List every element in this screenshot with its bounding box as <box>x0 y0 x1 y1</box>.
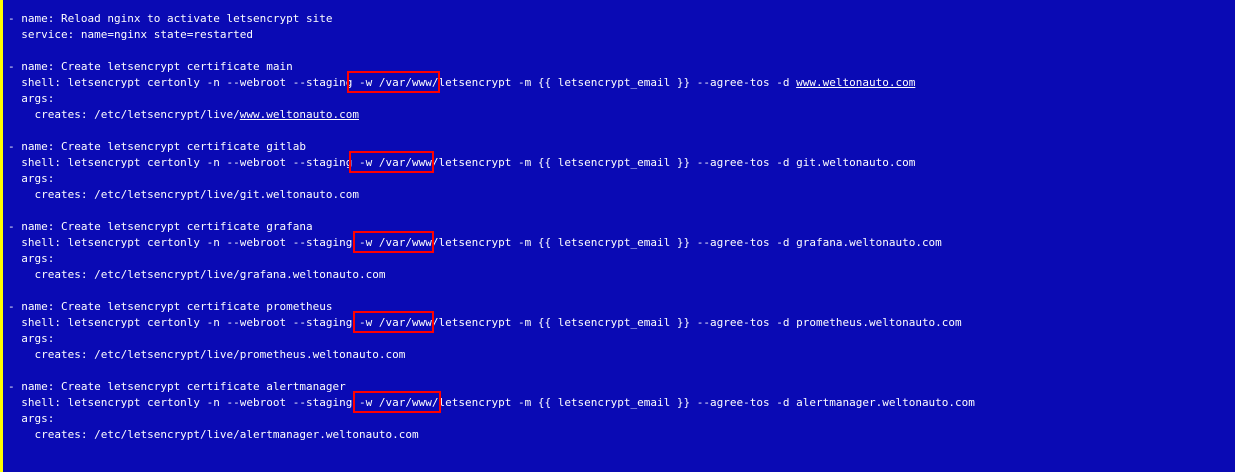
task-name-line: - name: Create letsencrypt certificate g… <box>8 140 307 153</box>
staging-flag: --staging <box>292 396 353 409</box>
task-creates-line: creates: /etc/letsencrypt/live/www.welto… <box>8 108 360 121</box>
staging-flag: --staging <box>292 236 353 249</box>
reload-task-service-line: service: name=nginx state=restarted <box>8 28 254 41</box>
staging-highlight-box <box>353 311 434 333</box>
task-creates-line: creates: /etc/letsencrypt/live/grafana.w… <box>8 268 386 281</box>
domain-text: alertmanager.weltonauto.com <box>796 396 975 409</box>
reload-task-name-line: - name: Reload nginx to activate letsenc… <box>8 12 333 25</box>
task-args-line: args: <box>8 252 55 265</box>
creates-domain-text: git.weltonauto.com <box>239 188 360 201</box>
creates-domain-text: grafana.weltonauto.com <box>239 268 386 281</box>
task-shell-line: shell: letsencrypt certonly -n --webroot… <box>8 156 916 169</box>
task-shell-line: shell: letsencrypt certonly -n --webroot… <box>8 316 962 329</box>
task-name-line: - name: Create letsencrypt certificate m… <box>8 60 293 73</box>
task-args-line: args: <box>8 172 55 185</box>
creates-domain-link[interactable]: www.weltonauto.com <box>240 108 359 121</box>
domain-text: git.weltonauto.com <box>796 156 916 169</box>
task-creates-line: creates: /etc/letsencrypt/live/alertmana… <box>8 428 419 441</box>
creates-domain-text: prometheus.weltonauto.com <box>239 348 406 361</box>
task-creates-line: creates: /etc/letsencrypt/live/prometheu… <box>8 348 406 361</box>
staging-highlight-box <box>349 151 434 173</box>
domain-link[interactable]: www.weltonauto.com <box>796 76 915 89</box>
domain-text: grafana.weltonauto.com <box>796 236 942 249</box>
domain-text: prometheus.weltonauto.com <box>796 316 962 329</box>
task-creates-line: creates: /etc/letsencrypt/live/git.welto… <box>8 188 360 201</box>
task-shell-line: shell: letsencrypt certonly -n --webroot… <box>8 236 942 249</box>
task-args-line: args: <box>8 332 55 345</box>
yaml-code: - name: Reload nginx to activate letsenc… <box>8 11 975 443</box>
staging-highlight-box <box>353 391 441 413</box>
task-shell-line: shell: letsencrypt certonly -n --webroot… <box>8 76 916 89</box>
task-shell-line: shell: letsencrypt certonly -n --webroot… <box>8 396 975 409</box>
task-name-line: - name: Create letsencrypt certificate p… <box>8 300 333 313</box>
staging-highlight-box <box>347 71 440 93</box>
staging-flag: --staging <box>292 316 353 329</box>
staging-flag: --staging <box>292 156 353 169</box>
staging-flag: --staging <box>292 76 353 89</box>
terminal-window: - name: Reload nginx to activate letsenc… <box>0 0 1235 472</box>
staging-highlight-box <box>353 231 434 253</box>
task-args-line: args: <box>8 412 55 425</box>
creates-domain-text: alertmanager.weltonauto.com <box>239 428 419 441</box>
task-name-line: - name: Create letsencrypt certificate g… <box>8 220 313 233</box>
task-name-line: - name: Create letsencrypt certificate a… <box>8 380 346 393</box>
task-args-line: args: <box>8 92 55 105</box>
